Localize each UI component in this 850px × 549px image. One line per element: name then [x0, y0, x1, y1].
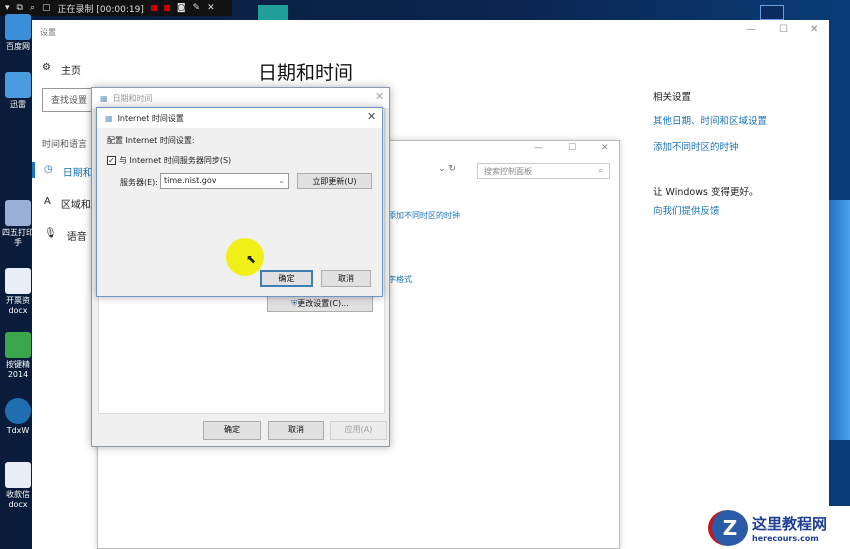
selected-indicator	[32, 162, 35, 178]
section-heading: 时间和语言	[42, 140, 88, 150]
dialog-title: Internet 时间设置	[117, 113, 184, 123]
window-icon[interactable]: ⧉	[17, 3, 23, 13]
apply-button[interactable]: 应用(A)	[330, 421, 387, 440]
region-icon[interactable]: ▢	[42, 3, 51, 13]
add-clocks-link[interactable]: 添加不同时区的时钟	[388, 210, 460, 221]
cursor-highlight	[226, 238, 264, 276]
chevron-down-icon: ⌄	[278, 176, 285, 185]
server-combobox[interactable]: time.nist.gov ⌄	[160, 173, 289, 189]
other-settings-link[interactable]: 其他日期、时间和区域设置	[653, 113, 767, 127]
dialog-icon: ▦	[100, 93, 108, 103]
checkbox-checked-icon: ✓	[107, 156, 116, 165]
minimize-button[interactable]: —	[534, 143, 543, 153]
menu-icon[interactable]: ▾	[5, 3, 10, 13]
format-link[interactable]: 字格式	[388, 274, 412, 285]
config-label: 配置 Internet 时间设置:	[107, 136, 195, 145]
close-icon[interactable]: ✕	[207, 3, 215, 13]
clock-icon: ◷	[44, 164, 53, 175]
control-panel-search[interactable]: 搜索控制面板 ⌕	[477, 163, 610, 179]
dialog-icon: ▦	[105, 113, 113, 123]
window-title: 设置	[40, 28, 56, 37]
desktop-icon[interactable]: 开票资docx	[2, 268, 34, 316]
cancel-button[interactable]: 取消	[321, 270, 371, 287]
server-label: 服务器(E):	[120, 178, 158, 187]
app-icon[interactable]	[258, 5, 288, 20]
close-button[interactable]: ✕	[375, 90, 384, 103]
feedback-link[interactable]: 向我们提供反馈	[653, 203, 720, 217]
maximize-button[interactable]: ☐	[779, 24, 788, 35]
zoom-icon[interactable]: ⌕	[30, 3, 35, 13]
desktop-icon[interactable]: 百度网	[2, 14, 34, 52]
desktop-icon[interactable]: 收款信docx	[2, 462, 34, 510]
microphone-icon: 🎙	[44, 228, 57, 239]
nav-date-time[interactable]: ◷ 日期和	[44, 164, 93, 179]
search-icon: ⌕	[598, 166, 603, 175]
watermark-logo: Z	[708, 509, 748, 546]
pen-icon[interactable]: ✎	[193, 3, 201, 13]
nav-speech[interactable]: 🎙 语音	[44, 228, 87, 243]
language-icon: A	[44, 196, 51, 207]
refresh-icon[interactable]: ⌄ ↻	[438, 164, 456, 174]
update-now-button[interactable]: 立即更新(U)	[297, 173, 372, 189]
minimize-button[interactable]: —	[746, 24, 756, 35]
stop-icon[interactable]	[163, 5, 170, 11]
mouse-pointer-icon: ⬉	[246, 252, 257, 266]
nav-home[interactable]: ⚙ 主页	[42, 62, 81, 77]
related-settings-heading: 相关设置	[653, 92, 692, 103]
sync-checkbox[interactable]: ✓ 与 Internet 时间服务器同步(S)	[107, 155, 231, 166]
cancel-button[interactable]: 取消	[268, 421, 324, 440]
dialog-title: 日期和时间	[112, 93, 153, 103]
desktop-icon[interactable]: 四五打印手	[2, 200, 34, 248]
page-title: 日期和时间	[258, 62, 354, 84]
recording-status: 正在录制 [00:00:19]	[57, 4, 144, 15]
improve-heading: 让 Windows 变得更好。	[653, 187, 759, 198]
watermark: Z 这里教程网 herecours.com	[704, 506, 850, 549]
screen-recorder-toolbar: ▾ ⧉ ⌕ ▢ 正在录制 [00:00:19] ◙ ✎ ✕	[0, 0, 232, 16]
add-clocks-link[interactable]: 添加不同时区的时钟	[653, 139, 739, 153]
desktop-icon[interactable]: 按键精2014	[2, 332, 34, 380]
camera-icon[interactable]: ◙	[177, 3, 186, 13]
ok-button[interactable]: 确定	[260, 270, 313, 287]
maximize-button[interactable]: ☐	[568, 143, 576, 153]
pause-icon[interactable]	[150, 5, 157, 11]
desktop-icon[interactable]: 迅雷	[2, 72, 34, 110]
nav-region[interactable]: A 区域和	[44, 196, 91, 211]
close-button[interactable]: ✕	[367, 110, 376, 123]
gear-icon: ⚙	[42, 62, 51, 73]
photoshop-icon[interactable]	[760, 5, 784, 20]
ok-button[interactable]: 确定	[203, 421, 261, 440]
change-settings-button[interactable]: ⛨更改设置(C)...	[267, 295, 373, 312]
desktop-icon[interactable]: TdxW	[2, 398, 34, 436]
close-button[interactable]: ✕	[810, 24, 818, 35]
close-button[interactable]: ✕	[601, 143, 609, 153]
